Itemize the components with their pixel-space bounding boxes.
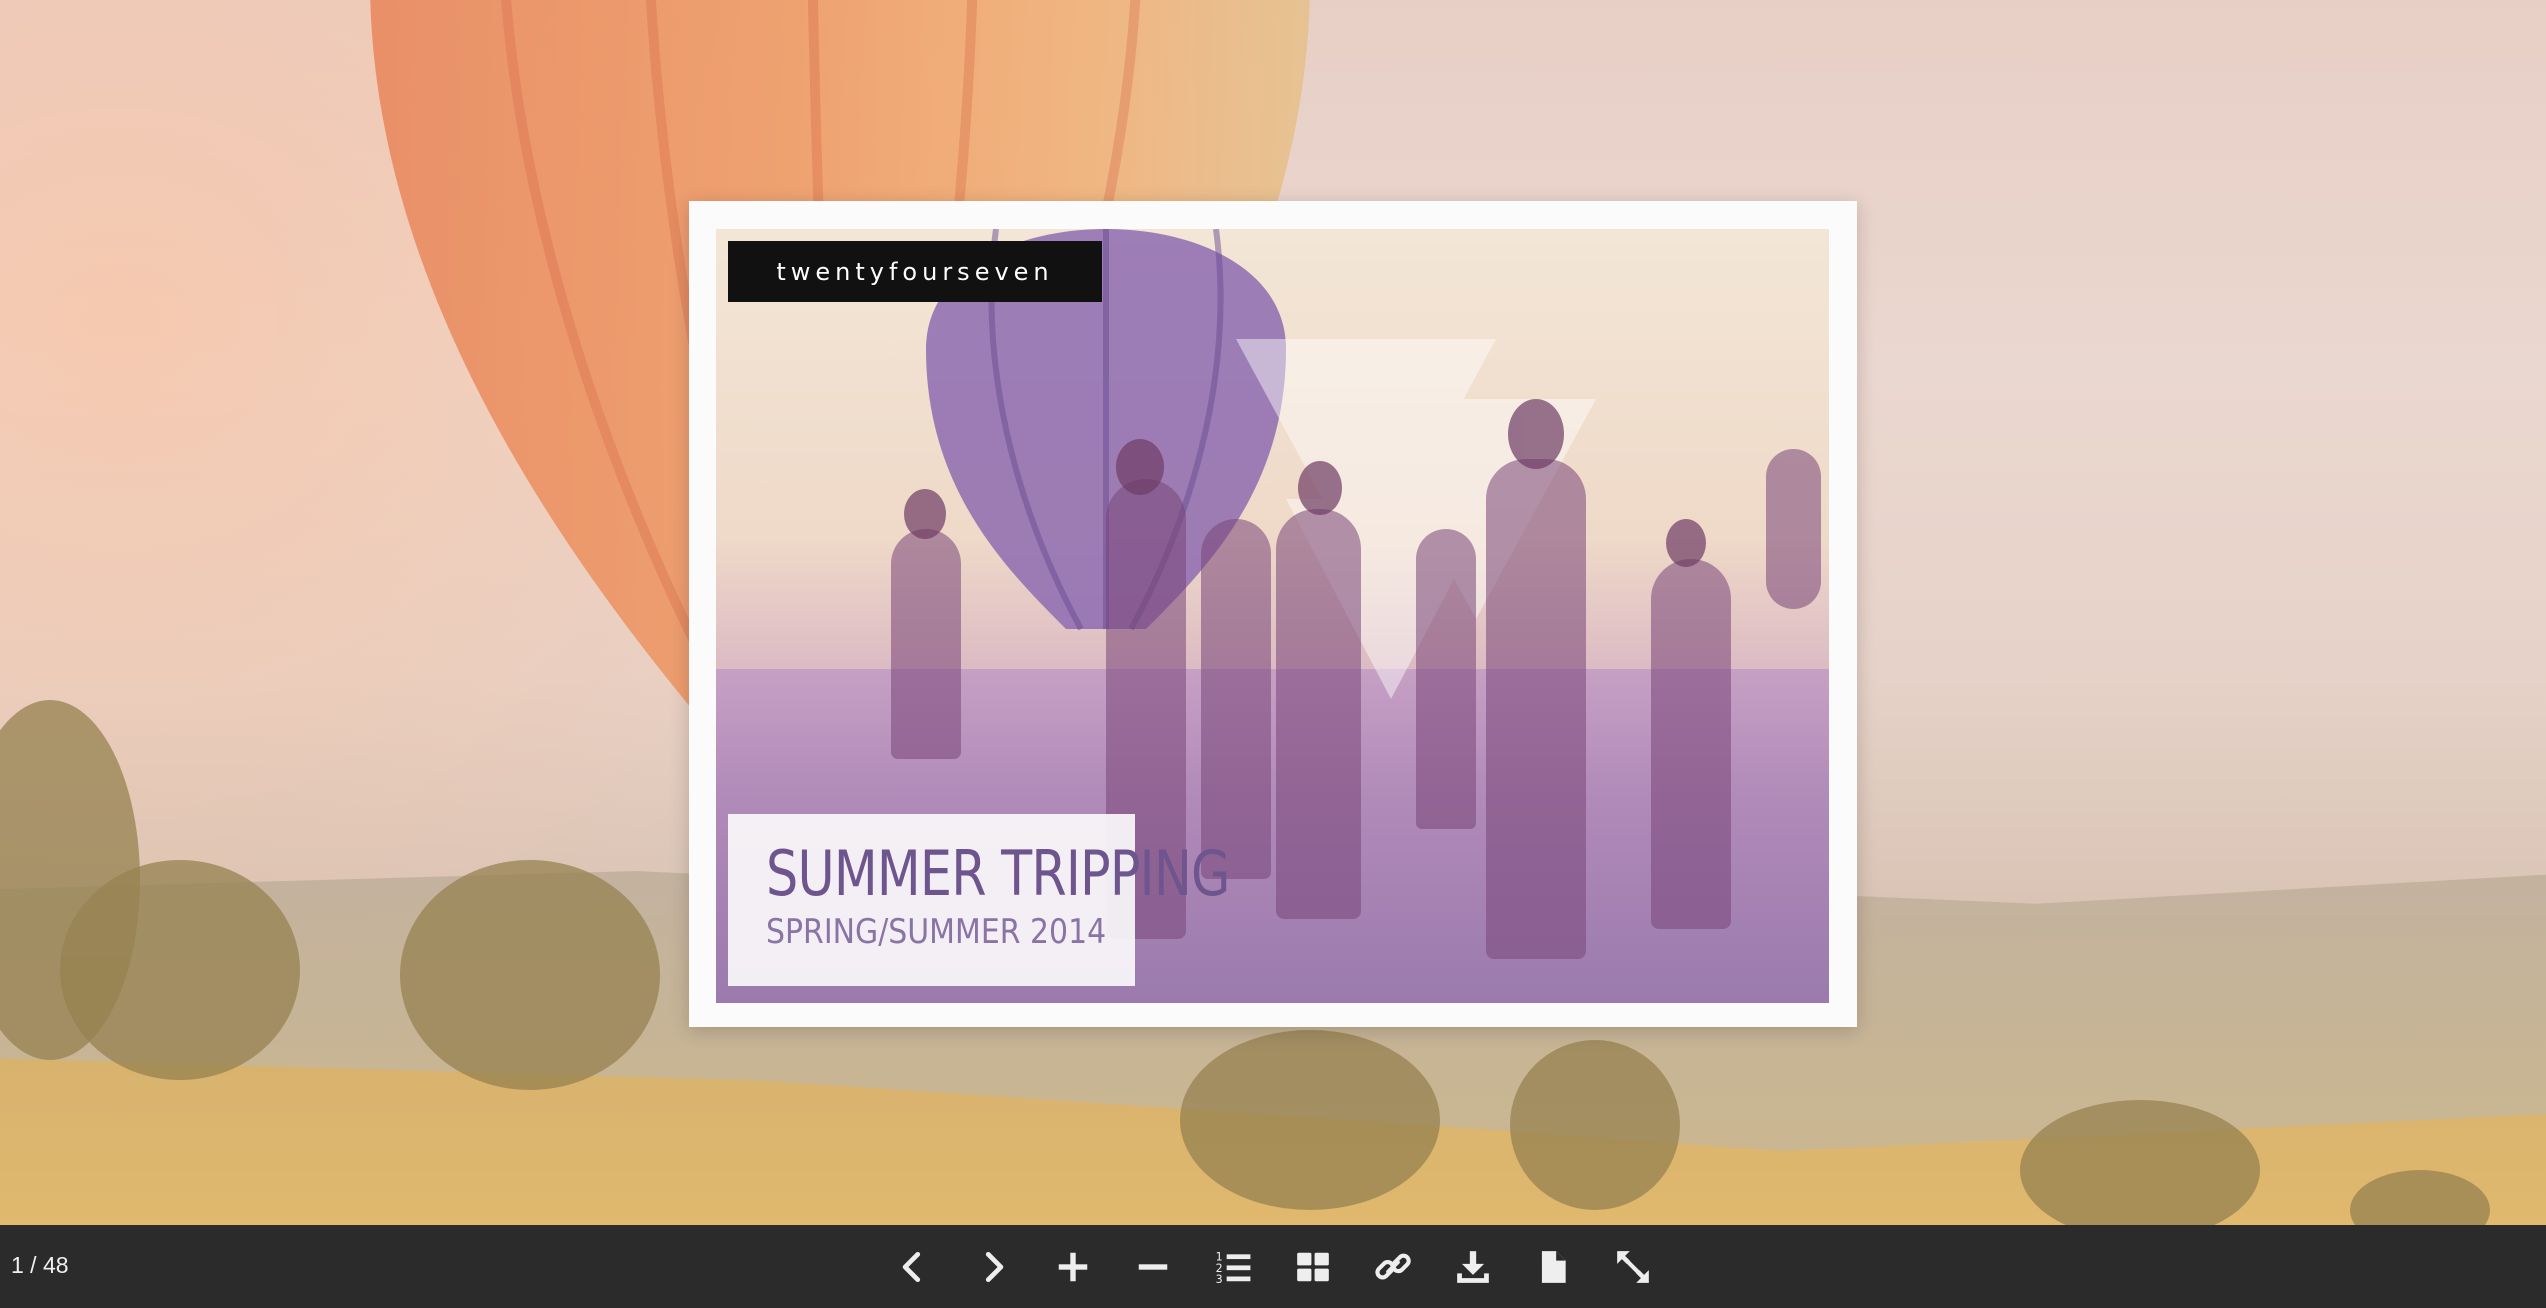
plus-icon <box>1058 1252 1088 1282</box>
zoom-out-button[interactable] <box>1125 1239 1181 1295</box>
background-tree <box>1510 1040 1680 1210</box>
cover-person <box>1276 509 1361 919</box>
cover-person <box>1486 459 1586 959</box>
download-button[interactable] <box>1445 1239 1501 1295</box>
cover-guitar <box>1766 449 1821 609</box>
background-tree <box>60 860 300 1080</box>
cover-person-head <box>1116 439 1164 495</box>
cover-photo: twentyfourseven SUMMER TRIPPING SPRING/S… <box>716 229 1829 1003</box>
next-page-button[interactable] <box>965 1239 1021 1295</box>
table-of-contents-button[interactable]: 1 2 3 <box>1205 1239 1261 1295</box>
grid-icon <box>1297 1252 1329 1282</box>
cover-person-head <box>1508 399 1564 469</box>
download-icon <box>1457 1251 1489 1283</box>
svg-text:3: 3 <box>1216 1273 1223 1286</box>
document-icon <box>1541 1251 1566 1283</box>
thumbnails-button[interactable] <box>1285 1239 1341 1295</box>
cover-person-head <box>904 489 946 539</box>
magazine-page[interactable]: twentyfourseven SUMMER TRIPPING SPRING/S… <box>689 201 1857 1027</box>
cover-person <box>1651 559 1731 929</box>
page-counter: 1 / 48 <box>11 1252 69 1278</box>
chevron-left-icon <box>902 1251 921 1283</box>
cover-person-head <box>1666 519 1706 567</box>
cover-title: SUMMER TRIPPING <box>766 837 1230 910</box>
single-page-button[interactable] <box>1525 1239 1581 1295</box>
zoom-in-button[interactable] <box>1045 1239 1101 1295</box>
cover-person-head <box>1298 461 1342 515</box>
background-tree <box>400 860 660 1090</box>
viewer-toolbar: 1 / 48 1 2 3 <box>0 1225 2546 1308</box>
brand-name: twentyfourseven <box>776 257 1054 286</box>
chevron-right-icon <box>985 1251 1004 1283</box>
fullscreen-icon <box>1617 1251 1649 1283</box>
cover-person <box>1416 529 1476 829</box>
cover-person <box>1201 519 1271 879</box>
brand-logo: twentyfourseven <box>728 241 1102 302</box>
background-tree <box>1180 1030 1440 1210</box>
cover-title-box: SUMMER TRIPPING SPRING/SUMMER 2014 <box>728 814 1230 986</box>
cover-person <box>891 529 961 759</box>
cover-subtitle: SPRING/SUMMER 2014 <box>766 912 1107 952</box>
fullscreen-button[interactable] <box>1605 1239 1661 1295</box>
previous-page-button[interactable] <box>885 1239 941 1295</box>
link-icon <box>1375 1253 1411 1280</box>
numbered-list-icon: 1 2 3 <box>1216 1251 1251 1286</box>
minus-icon <box>1138 1264 1168 1270</box>
share-link-button[interactable] <box>1365 1239 1421 1295</box>
